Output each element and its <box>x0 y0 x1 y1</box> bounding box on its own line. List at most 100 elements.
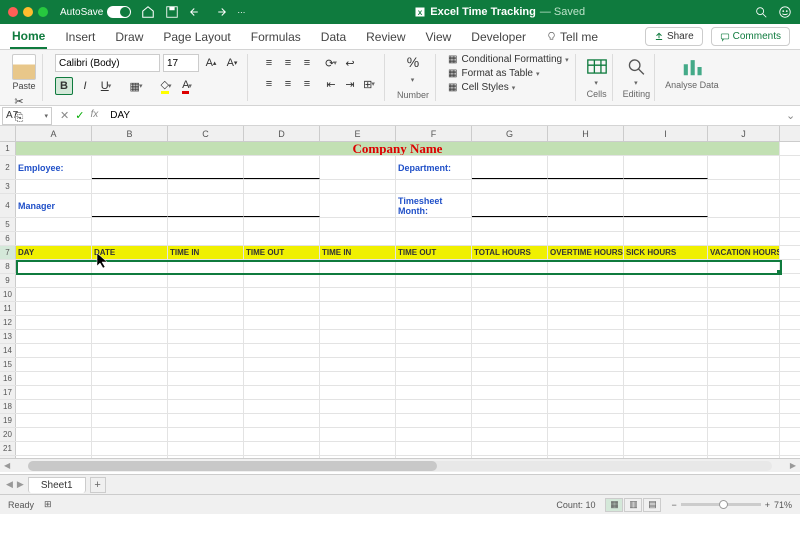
cell[interactable] <box>624 414 708 427</box>
format-as-table-button[interactable]: ▦Format as Table▾ <box>448 68 569 79</box>
enter-formula-button[interactable]: ✓ <box>75 109 84 122</box>
cell[interactable]: TIME OUT <box>244 246 320 259</box>
cell[interactable] <box>624 456 708 458</box>
cell[interactable] <box>92 456 168 458</box>
merge-button[interactable]: ⊞▾ <box>360 75 378 93</box>
cell[interactable]: Timesheet Month: <box>396 194 472 217</box>
cell[interactable] <box>320 456 396 458</box>
cell[interactable] <box>168 358 244 371</box>
orientation-button[interactable]: ⟳▾ <box>322 54 340 72</box>
cell[interactable] <box>708 428 780 441</box>
zoom-in-button[interactable]: + <box>765 500 770 510</box>
col-header-J[interactable]: J <box>708 126 780 141</box>
select-all-corner[interactable] <box>0 126 16 141</box>
redo-icon[interactable] <box>213 5 227 19</box>
row-header-19[interactable]: 19 <box>0 414 16 427</box>
scroll-thumb[interactable] <box>28 461 437 471</box>
cell[interactable] <box>708 302 780 315</box>
col-header-D[interactable]: D <box>244 126 320 141</box>
cell[interactable] <box>472 372 548 385</box>
cell[interactable] <box>472 180 548 193</box>
cell[interactable] <box>624 372 708 385</box>
cell[interactable] <box>320 232 396 245</box>
cell[interactable] <box>624 344 708 357</box>
cell[interactable] <box>320 260 396 273</box>
cell[interactable] <box>16 302 92 315</box>
cell[interactable] <box>548 330 624 343</box>
account-icon[interactable] <box>778 5 792 19</box>
cell[interactable] <box>708 274 780 287</box>
cell[interactable] <box>320 428 396 441</box>
cell[interactable] <box>548 194 624 217</box>
paste-button[interactable]: Paste <box>12 54 36 91</box>
cell[interactable] <box>244 316 320 329</box>
cell[interactable]: Department: <box>396 156 472 179</box>
cell[interactable] <box>708 330 780 343</box>
cell[interactable] <box>320 302 396 315</box>
col-header-G[interactable]: G <box>472 126 548 141</box>
cell[interactable] <box>244 372 320 385</box>
cell[interactable] <box>320 330 396 343</box>
tab-formulas[interactable]: Formulas <box>249 26 303 48</box>
cell[interactable] <box>548 260 624 273</box>
cell[interactable] <box>244 302 320 315</box>
tab-view[interactable]: View <box>424 26 454 48</box>
cell[interactable]: Employee: <box>16 156 92 179</box>
cell[interactable] <box>92 330 168 343</box>
col-header-H[interactable]: H <box>548 126 624 141</box>
cell[interactable] <box>396 288 472 301</box>
cell[interactable] <box>624 288 708 301</box>
borders-button[interactable]: ▦▾ <box>127 77 145 95</box>
row-header-22[interactable]: 22 <box>0 456 16 458</box>
cell[interactable] <box>548 372 624 385</box>
cell[interactable] <box>624 358 708 371</box>
cell[interactable] <box>16 358 92 371</box>
cell[interactable] <box>548 288 624 301</box>
cell[interactable] <box>320 344 396 357</box>
cell[interactable] <box>396 442 472 455</box>
cell[interactable] <box>708 386 780 399</box>
cell[interactable] <box>244 156 320 179</box>
cell[interactable] <box>708 260 780 273</box>
add-sheet-button[interactable]: + <box>90 477 106 493</box>
cell[interactable] <box>244 180 320 193</box>
cell[interactable] <box>624 260 708 273</box>
align-top-button[interactable]: ≡ <box>260 54 278 72</box>
cell[interactable]: VACATION HOURS <box>708 246 780 259</box>
cell[interactable] <box>396 232 472 245</box>
cell[interactable] <box>16 372 92 385</box>
cell[interactable] <box>624 330 708 343</box>
cell[interactable]: TIME IN <box>168 246 244 259</box>
cell[interactable] <box>244 330 320 343</box>
cell[interactable] <box>168 428 244 441</box>
fill-color-button[interactable]: ◇▾ <box>157 77 175 95</box>
page-break-view-button[interactable]: ▤ <box>643 498 661 512</box>
cell[interactable] <box>244 232 320 245</box>
cell[interactable] <box>168 218 244 231</box>
cell[interactable] <box>168 302 244 315</box>
cell[interactable] <box>244 260 320 273</box>
cell[interactable] <box>548 428 624 441</box>
col-header-E[interactable]: E <box>320 126 396 141</box>
cell[interactable] <box>244 428 320 441</box>
row-header-9[interactable]: 9 <box>0 274 16 287</box>
row-header-14[interactable]: 14 <box>0 344 16 357</box>
row-header-16[interactable]: 16 <box>0 372 16 385</box>
cell[interactable] <box>624 316 708 329</box>
underline-button[interactable]: U▾ <box>97 77 115 95</box>
decrease-indent-button[interactable]: ⇤ <box>322 75 340 93</box>
cell[interactable] <box>548 218 624 231</box>
expand-formula-bar-button[interactable]: ⌄ <box>786 109 800 122</box>
cell[interactable] <box>92 288 168 301</box>
row-header-13[interactable]: 13 <box>0 330 16 343</box>
cell[interactable] <box>472 274 548 287</box>
page-layout-view-button[interactable]: ▥ <box>624 498 642 512</box>
cell[interactable] <box>320 156 396 179</box>
cell[interactable] <box>708 218 780 231</box>
increase-font-button[interactable]: A▴ <box>202 54 220 72</box>
col-header-A[interactable]: A <box>16 126 92 141</box>
cell[interactable] <box>396 414 472 427</box>
cell[interactable] <box>244 344 320 357</box>
cell[interactable] <box>708 316 780 329</box>
align-left-button[interactable]: ≡ <box>260 75 278 93</box>
